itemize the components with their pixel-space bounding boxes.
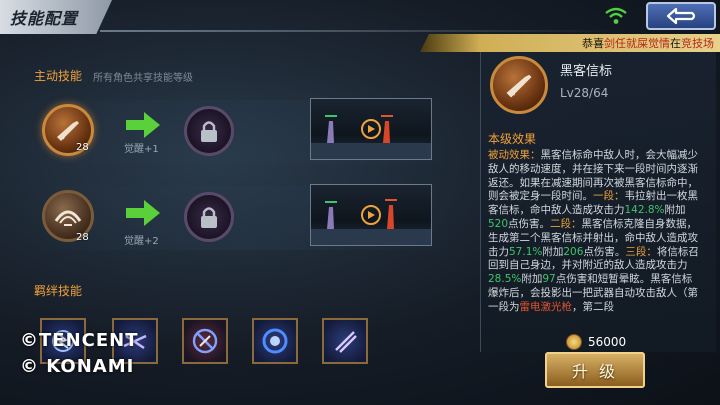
selected-skill-name: 黑客信标 bbox=[560, 64, 613, 79]
upgrade-arrow-icon bbox=[126, 200, 160, 226]
description-segment: 雷电激光枪 bbox=[519, 300, 573, 313]
description-segment: ，第二段 bbox=[572, 300, 614, 313]
awakened-skill-slot-2[interactable] bbox=[184, 192, 234, 242]
announcement-ticker: 恭喜 剑任就屎觉情在竞技场 bbox=[420, 34, 720, 52]
description-segment: 28.5% bbox=[488, 273, 522, 286]
description-segment: 206 bbox=[563, 245, 584, 258]
upgrade-button[interactable]: 升 级 bbox=[545, 352, 645, 388]
description-segment: 520 bbox=[488, 217, 509, 230]
skill-level-1: 28 bbox=[76, 142, 89, 153]
skill-description: 被动效果：黑客信标命中敌人时，会大幅减少敌人的移动速度，并在接下来一段时间内逐渐… bbox=[488, 149, 700, 329]
rifle-icon bbox=[57, 121, 79, 141]
selected-skill-level: Lv28/64 bbox=[560, 86, 609, 100]
page-title-tab: 技能配置 bbox=[0, 0, 112, 34]
description-segment: 附加 bbox=[521, 273, 543, 286]
padlock-icon bbox=[201, 207, 217, 228]
copyright-watermark-tencent: ©TENCENT bbox=[20, 330, 139, 351]
awaken-label-1: 觉醒+1 bbox=[124, 144, 159, 155]
description-segment: 二段： bbox=[550, 217, 582, 230]
skill-level-2: 28 bbox=[76, 232, 89, 243]
rifle-icon bbox=[506, 74, 532, 98]
skill-preview-video-2[interactable] bbox=[310, 184, 432, 246]
upgrade-arrow-icon bbox=[126, 112, 160, 138]
prohibited-icon bbox=[192, 328, 218, 354]
gold-coin-icon bbox=[566, 334, 582, 350]
description-segment: 被动效果： bbox=[488, 149, 541, 161]
title-divider bbox=[100, 30, 620, 32]
awakened-skill-slot-1[interactable] bbox=[184, 106, 234, 156]
active-skills-subtitle: 所有角色共享技能等级 bbox=[93, 73, 193, 84]
description-segment: 点伤害和短暂晕眩。 bbox=[555, 273, 651, 286]
upgrade-cost: 56000 bbox=[588, 335, 627, 349]
bond-skill-icon-3[interactable] bbox=[182, 318, 228, 364]
description-segment: 57.1% bbox=[509, 245, 543, 258]
ticker-player-name: 剑任就屎觉情 bbox=[604, 37, 670, 50]
bond-skills-title: 羁绊技能 bbox=[34, 284, 83, 298]
back-button[interactable] bbox=[646, 2, 716, 30]
play-icon[interactable] bbox=[361, 119, 381, 139]
awaken-label-2: 觉醒+2 bbox=[124, 236, 159, 247]
ticker-middle: 在 bbox=[670, 37, 681, 50]
bond-skill-icon-5[interactable] bbox=[322, 318, 368, 364]
active-skills-title: 主动技能 bbox=[34, 69, 83, 83]
current-level-effect-heading: 本级效果 bbox=[488, 132, 537, 146]
ticker-prefix: 恭喜 bbox=[582, 37, 604, 50]
description-segment: 三段： bbox=[625, 245, 657, 258]
copyright-watermark-konami: © KONAMI bbox=[20, 356, 135, 377]
selected-skill-icon bbox=[490, 56, 548, 114]
page-title: 技能配置 bbox=[10, 9, 79, 28]
wifi-signal-icon bbox=[605, 7, 627, 24]
ticker-location: 竞技场 bbox=[681, 37, 714, 50]
description-segment: 点伤害。 bbox=[583, 245, 626, 258]
description-segment: 附加 bbox=[542, 245, 564, 258]
description-segment: 142.8% bbox=[624, 204, 665, 217]
description-segment: 97 bbox=[542, 273, 556, 286]
energy-sphere-icon bbox=[262, 328, 288, 354]
description-segment: 点伤害。 bbox=[508, 217, 551, 230]
shockwave-icon bbox=[54, 210, 82, 226]
skill-preview-video-1[interactable] bbox=[310, 98, 432, 160]
play-icon[interactable] bbox=[361, 205, 381, 225]
lightning-strike-icon bbox=[335, 331, 357, 353]
bond-skill-icon-4[interactable] bbox=[252, 318, 298, 364]
padlock-icon bbox=[201, 121, 217, 142]
description-segment: 附加 bbox=[664, 204, 686, 217]
description-segment: 一段： bbox=[593, 190, 625, 203]
back-arrow-icon bbox=[666, 7, 696, 25]
